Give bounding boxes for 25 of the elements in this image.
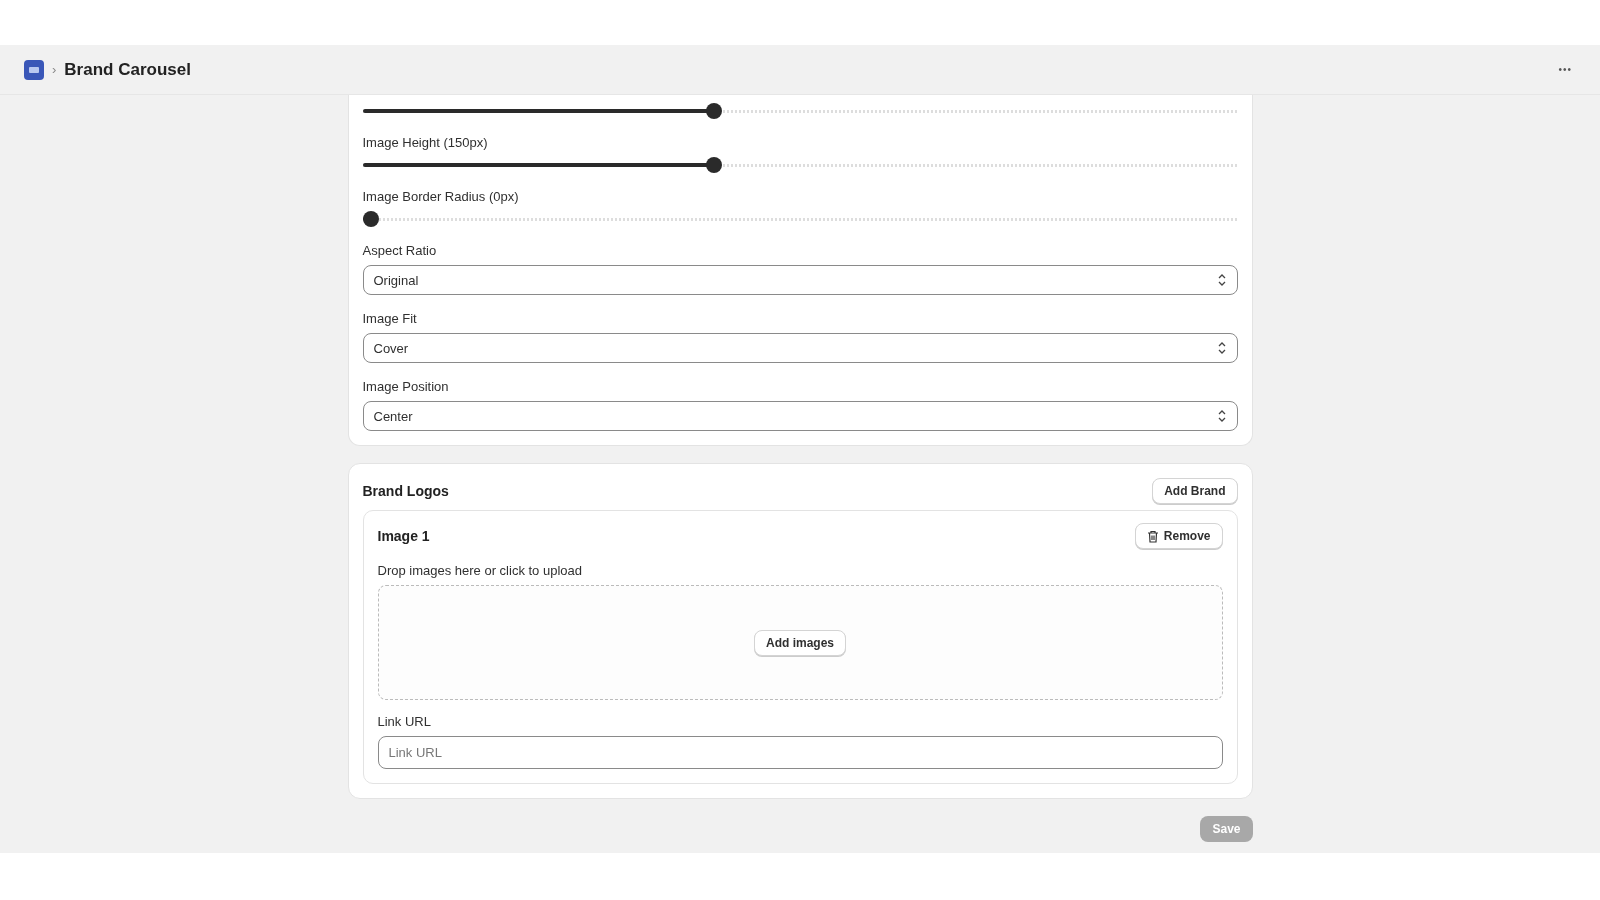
remove-button[interactable]: Remove xyxy=(1134,523,1223,549)
slider-label: Image Height (150px) xyxy=(362,135,489,150)
more-actions-button[interactable]: ••• xyxy=(1554,60,1576,79)
add-images-button[interactable]: Add images xyxy=(754,629,846,656)
app-logo-icon xyxy=(24,59,44,80)
chevron-up-down-icon xyxy=(1216,273,1227,287)
breadcrumb-separator: › xyxy=(52,62,57,77)
slider-label: Image Border Radius (0px) xyxy=(362,189,520,204)
select-field[interactable]: Original xyxy=(362,265,1238,295)
select-label: Image Fit xyxy=(362,311,418,326)
section-title: Brand Logos xyxy=(362,483,449,499)
add-brand-button[interactable]: Add Brand xyxy=(1152,478,1238,504)
dropzone-label: Drop images here or click to upload xyxy=(377,563,583,578)
trash-icon xyxy=(1146,529,1159,543)
image-dropzone[interactable]: Add images xyxy=(377,585,1223,700)
link-url-field[interactable]: Link URL xyxy=(377,736,1223,769)
chevron-up-down-icon xyxy=(1216,409,1227,423)
field-label: Link URL xyxy=(377,714,432,729)
select-field[interactable]: Center xyxy=(362,401,1238,431)
chevron-up-down-icon xyxy=(1216,341,1227,355)
select-field[interactable]: Cover xyxy=(362,333,1238,363)
item-title: Image 1 xyxy=(377,528,430,544)
select-label: Image Position xyxy=(362,379,450,394)
page-title: Brand Carousel xyxy=(64,59,191,80)
select-label: Aspect Ratio xyxy=(362,243,438,258)
